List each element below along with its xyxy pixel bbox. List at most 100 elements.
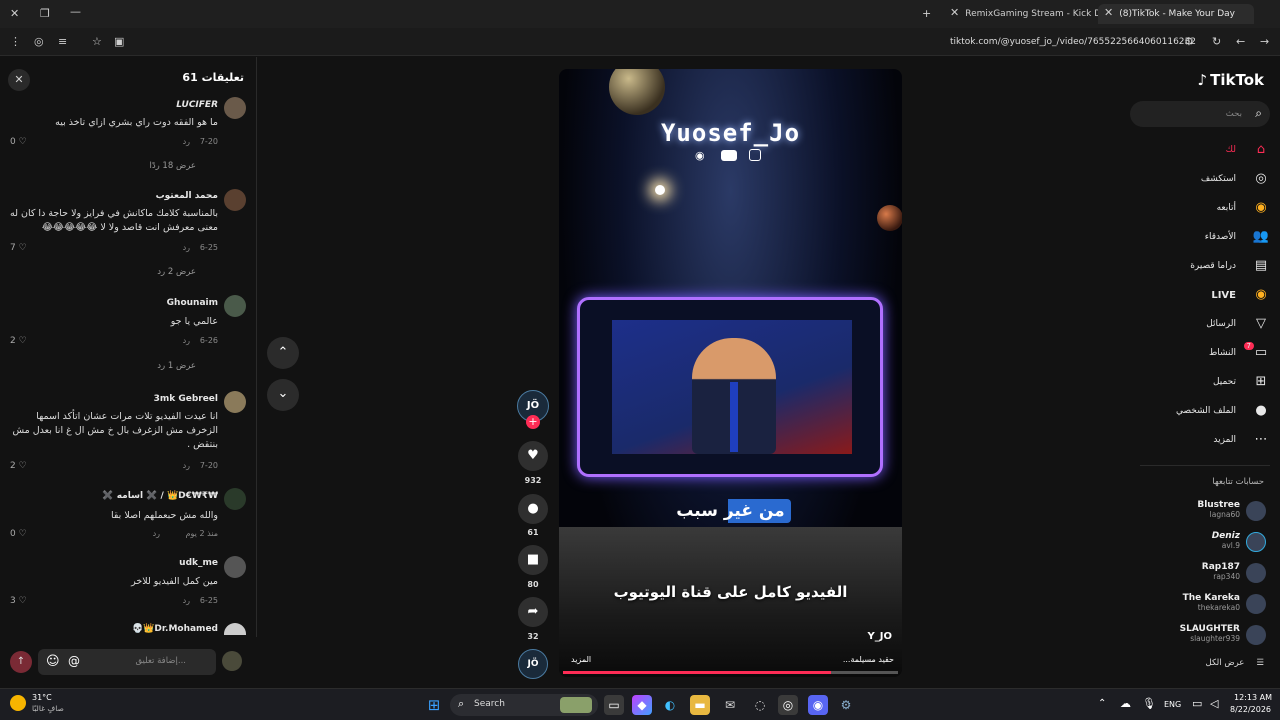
like-icon[interactable]: ♥ <box>518 441 548 471</box>
clock-time[interactable]: 12:13 AM <box>1234 693 1272 702</box>
bookmark-icon[interactable]: ■ <box>518 545 548 575</box>
following-item[interactable]: Blustree lagna60 <box>1197 500 1240 519</box>
start-button[interactable]: ⊞ <box>424 695 444 715</box>
video-author[interactable]: Y_JO <box>868 631 892 642</box>
nav-label: تحميل <box>1212 377 1236 387</box>
user-avatar[interactable] <box>222 651 242 671</box>
avatar[interactable] <box>224 391 246 413</box>
network-icon[interactable]: ▭ <box>1192 697 1202 710</box>
restore-window-icon[interactable]: ❐ <box>40 8 50 19</box>
view-replies[interactable]: عرض 1 رد <box>157 361 196 371</box>
steam-icon[interactable]: ⚙ <box>836 695 856 715</box>
view-replies[interactable]: عرض 18 ردًا <box>149 161 196 171</box>
emoji-icon[interactable]: ☺ <box>46 654 60 669</box>
reply-button[interactable]: رد <box>183 137 190 146</box>
cloud-icon[interactable]: ☁ <box>1120 697 1131 710</box>
follow-plus-icon[interactable]: + <box>526 415 540 429</box>
speaker-icon[interactable]: ◁ <box>1210 697 1218 710</box>
tab-tiktok[interactable]: ✕ (8)TikTok - Make Your Day <box>1098 4 1254 24</box>
like-count[interactable]: 0 ♡ <box>10 529 27 539</box>
reply-button[interactable]: رد <box>183 336 190 345</box>
edge-icon[interactable]: ◐ <box>660 695 680 715</box>
avatar[interactable] <box>1246 594 1266 614</box>
mic-icon[interactable]: 🎙 <box>1142 697 1156 710</box>
back-icon[interactable]: ← <box>1236 36 1245 47</box>
like-count[interactable]: 7 ♡ <box>10 243 27 253</box>
mention-icon[interactable]: @ <box>68 654 80 668</box>
avatar[interactable] <box>224 97 246 119</box>
view-replies[interactable]: عرض 2 رد <box>157 267 196 277</box>
reply-button[interactable]: رد <box>183 596 190 605</box>
comment-user[interactable]: LUCIFER <box>176 100 218 110</box>
filter-icon[interactable]: ≡ <box>58 36 67 47</box>
mail-icon[interactable]: ✉ <box>720 695 740 715</box>
comment-user[interactable]: محمد المعتوب <box>156 191 218 201</box>
taskbar-search[interactable]: ⌕ Search <box>450 694 598 716</box>
language-indicator[interactable]: ENG <box>1164 700 1181 709</box>
previous-video-button[interactable]: ⌃ <box>267 337 299 369</box>
clock-date[interactable]: 8/22/2026 <box>1230 705 1271 714</box>
tune-icon[interactable]: ⚙ <box>1184 36 1194 47</box>
close-tab-icon[interactable]: ✕ <box>1104 7 1113 18</box>
avatar[interactable] <box>1246 501 1266 521</box>
avatar[interactable] <box>224 488 246 510</box>
reply-button[interactable]: رد <box>183 243 190 252</box>
close-tab-icon[interactable]: ✕ <box>950 7 959 18</box>
menu-dots-icon[interactable]: ⋮ <box>10 36 21 47</box>
comment-icon[interactable]: ● <box>518 494 548 524</box>
avatar[interactable] <box>1246 532 1266 552</box>
send-button[interactable]: ↑ <box>10 651 32 673</box>
reload-icon[interactable]: ↻ <box>1212 36 1221 47</box>
tiktok-logo[interactable]: ♪ TikTok <box>1198 71 1264 89</box>
comment-user[interactable]: udk_me <box>179 558 218 568</box>
following-item[interactable]: SLAUGHTER slaughter939 <box>1180 624 1240 643</box>
avatar[interactable] <box>224 295 246 317</box>
close-comments-icon[interactable]: ✕ <box>8 69 30 91</box>
comment-input[interactable]: ☺ @ إضافة تعليق... <box>38 649 216 675</box>
app-icon[interactable]: ◌ <box>750 695 770 715</box>
following-item[interactable]: The Kareka thekareka0 <box>1183 593 1240 612</box>
next-video-button[interactable]: ⌄ <box>267 379 299 411</box>
comment-user[interactable]: ✖️ اسامه ✖️ / 👑D€₩₹₩ <box>102 491 218 501</box>
following-item[interactable]: Rap187 rap340 <box>1202 562 1240 581</box>
weather-widget[interactable]: 31°C صافٍ غالبًا <box>10 693 90 717</box>
comment-user[interactable]: 💀👑Dr.Mohamed <box>132 624 218 634</box>
share-icon[interactable]: ➦ <box>518 597 548 627</box>
show-all-link[interactable]: ☰ عرض الكل <box>1206 658 1264 668</box>
forward-icon[interactable]: → <box>1260 36 1269 47</box>
discord-icon[interactable]: ◉ <box>808 695 828 715</box>
comment-user[interactable]: 3mk Gebreel <box>154 394 218 404</box>
like-count[interactable]: 2 ♡ <box>10 336 27 346</box>
close-window-icon[interactable]: ✕ <box>10 8 19 19</box>
following-item[interactable]: Deniz avl.9 <box>1212 531 1240 550</box>
sound-disc-icon[interactable]: JÖ <box>518 649 548 679</box>
like-count[interactable]: 2 ♡ <box>10 461 27 471</box>
like-count[interactable]: 0 ♡ <box>10 137 27 147</box>
chrome-icon[interactable]: ◎ <box>778 695 798 715</box>
comment-user[interactable]: Ghounaim <box>167 298 218 308</box>
bookmark-star-icon[interactable]: ☆ <box>92 36 102 47</box>
extension-icon[interactable]: ▣ <box>114 36 124 47</box>
reply-button[interactable]: رد <box>183 461 190 470</box>
task-view-icon[interactable]: ▭ <box>604 695 624 715</box>
url-text[interactable]: tiktok.com/@yuosef_jo_/video/76552256640… <box>950 37 1196 47</box>
avatar[interactable] <box>224 623 246 635</box>
minimize-window-icon[interactable]: — <box>70 6 81 17</box>
video-player[interactable]: Yuosef_Jo ◉ من غير سبب الفيديو كامل على … <box>559 69 902 677</box>
tray-chevron-icon[interactable]: ⌃ <box>1098 698 1106 709</box>
search-input[interactable]: ⌕ بحث <box>1130 101 1270 127</box>
avatar[interactable] <box>224 189 246 211</box>
show-more-link[interactable]: المزيد <box>571 655 591 664</box>
copilot-icon[interactable]: ◆ <box>632 695 652 715</box>
file-explorer-icon[interactable]: ▬ <box>690 695 710 715</box>
like-count[interactable]: 3 ♡ <box>10 596 27 606</box>
avatar[interactable] <box>1246 625 1266 645</box>
avatar[interactable] <box>1246 563 1266 583</box>
reply-button[interactable]: رد <box>153 529 160 538</box>
avatar[interactable] <box>224 556 246 578</box>
tab-remixgaming[interactable]: ✕ RemixGaming Stream - Kick De <box>944 4 1124 24</box>
account-icon[interactable]: ◎ <box>34 36 44 47</box>
new-tab-icon[interactable]: + <box>922 8 931 19</box>
video-progress-bar[interactable] <box>563 671 898 674</box>
like-number: 0 <box>10 137 16 147</box>
